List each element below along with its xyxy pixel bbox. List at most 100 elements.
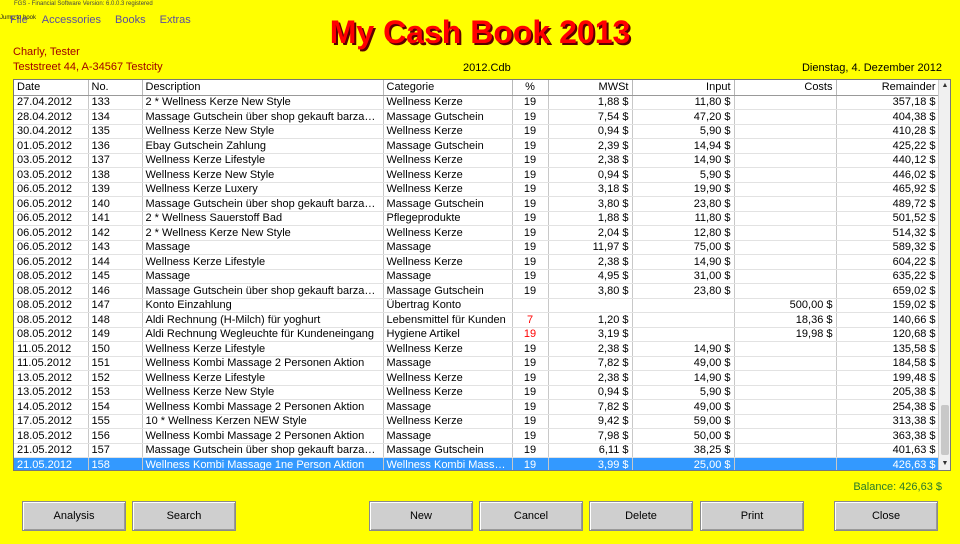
- table-row[interactable]: 13.05.2012 152 Wellness Kerze Lifestyle Wel…: [14, 370, 940, 386]
- table-row[interactable]: 08.05.2012 148 Aldi Rechnung (H-Milch) für…: [14, 312, 940, 328]
- analysis-button[interactable]: Analysis: [22, 501, 126, 531]
- cancel-button[interactable]: Cancel: [479, 501, 583, 531]
- table-header-row: Date No. Description Categorie % MWSt In…: [14, 80, 940, 96]
- table-row[interactable]: 17.05.2012 155 10 * Wellness Kerzen NEW St…: [14, 414, 940, 429]
- table-row[interactable]: 03.05.2012 137 Wellness Kerze Lifestyle Wel…: [14, 153, 940, 168]
- table-row[interactable]: 06.05.2012 139 Wellness Kerze Luxery Wellne…: [14, 182, 940, 197]
- cell-no: 155: [88, 414, 143, 429]
- table-row[interactable]: 06.05.2012 141 2 * Wellness Sauerstoff Bad…: [14, 211, 940, 226]
- cell-percent: 19: [512, 95, 549, 110]
- table-row[interactable]: 08.05.2012 147 Konto Einzahlung Übertrag Ko…: [14, 298, 940, 313]
- cell-percent: 19: [512, 124, 549, 139]
- cell-mwst: 2,38 $: [548, 153, 633, 168]
- scroll-thumb[interactable]: [941, 405, 949, 455]
- column-header-description[interactable]: Description: [142, 80, 384, 96]
- cell-categorie: Massage: [383, 356, 513, 371]
- delete-button[interactable]: Delete: [589, 501, 693, 531]
- cell-remainder: 199,48 $: [836, 370, 940, 386]
- search-button[interactable]: Search: [132, 501, 236, 531]
- cell-date: 27.04.2012: [14, 95, 89, 110]
- column-header-percent[interactable]: %: [512, 80, 549, 96]
- table-row[interactable]: 06.05.2012 144 Wellness Kerze Lifestyle Wel…: [14, 254, 940, 270]
- cell-categorie: Massage: [383, 428, 513, 444]
- cell-input: 75,00 $: [632, 240, 735, 255]
- close-button[interactable]: Close: [834, 501, 938, 531]
- cash-book-table[interactable]: Date No. Description Categorie % MWSt In…: [13, 79, 951, 471]
- table-row[interactable]: 13.05.2012 153 Wellness Kerze New Style Wel…: [14, 385, 940, 400]
- cell-mwst: 4,95 $: [548, 269, 633, 284]
- window-titlebar: FGS - Financial Software Version: 6.0.0.…: [0, 0, 960, 10]
- cell-categorie: Wellness Kerze: [383, 153, 513, 168]
- cell-input: 14,90 $: [632, 341, 735, 357]
- cell-no: 135: [88, 124, 143, 139]
- table-row[interactable]: 08.05.2012 145 Massage Massage 19 4,95 $31,00…: [14, 269, 940, 284]
- cell-input: 14,90 $: [632, 153, 735, 168]
- cell-remainder: 401,63 $: [836, 443, 940, 458]
- cell-costs: [734, 414, 837, 429]
- table-row[interactable]: 08.05.2012 149 Aldi Rechnung Wegleuchte fü…: [14, 327, 940, 342]
- new-button[interactable]: New: [369, 501, 473, 531]
- cell-date: 06.05.2012: [14, 225, 89, 241]
- column-header-input[interactable]: Input: [632, 80, 735, 96]
- cell-remainder: 205,38 $: [836, 385, 940, 400]
- cell-input: 31,00 $: [632, 269, 735, 284]
- table-row[interactable]: 06.05.2012 140 Massage Gutschein über shop…: [14, 196, 940, 212]
- scroll-down-icon[interactable]: ▼: [939, 458, 950, 470]
- cell-description: Massage Gutschein über shop gekauft barz…: [142, 196, 384, 212]
- cell-mwst: 2,38 $: [548, 254, 633, 270]
- column-header-date[interactable]: Date: [14, 80, 89, 96]
- column-header-no[interactable]: No.: [88, 80, 143, 96]
- table-row[interactable]: 30.04.2012 135 Wellness Kerze New Style Wel…: [14, 124, 940, 139]
- cell-date: 11.05.2012: [14, 341, 89, 357]
- table-row[interactable]: 11.05.2012 151 Wellness Kombi Massage 2 Pe…: [14, 356, 940, 371]
- table-row[interactable]: 18.05.2012 156 Wellness Kombi Massage 2 Pe…: [14, 428, 940, 444]
- column-header-categorie[interactable]: Categorie: [383, 80, 513, 96]
- cell-costs: [734, 356, 837, 371]
- column-header-remainder[interactable]: Remainder: [836, 80, 940, 96]
- table-row[interactable]: 01.05.2012 136 Ebay Gutschein Zahlung Massa…: [14, 138, 940, 154]
- table-row[interactable]: 08.05.2012 146 Massage Gutschein über shop…: [14, 283, 940, 299]
- cell-mwst: 2,38 $: [548, 370, 633, 386]
- balance-label: Balance: 426,63 $: [853, 481, 942, 493]
- table-scrollbar[interactable]: ▲ ▼: [938, 80, 950, 470]
- table-row[interactable]: 11.05.2012 150 Wellness Kerze Lifestyle Wel…: [14, 341, 940, 357]
- cell-categorie: Massage Gutschein: [383, 196, 513, 212]
- cell-input: 11,80 $: [632, 95, 735, 110]
- print-button[interactable]: Print: [700, 501, 804, 531]
- cell-no: 157: [88, 443, 143, 458]
- cell-no: 146: [88, 283, 143, 299]
- cell-percent: 19: [512, 196, 549, 212]
- cell-costs: 18,36 $: [734, 312, 837, 328]
- cell-percent: 19: [512, 414, 549, 429]
- cell-costs: 500,00 $: [734, 298, 837, 313]
- cell-description: Wellness Kombi Massage 2 Personen Aktion: [142, 399, 384, 415]
- table-row[interactable]: 03.05.2012 138 Wellness Kerze New Style Wel…: [14, 167, 940, 183]
- cell-date: 14.05.2012: [14, 399, 89, 415]
- table-row[interactable]: 28.04.2012 134 Massage Gutschein über shop…: [14, 109, 940, 125]
- cell-remainder: 404,38 $: [836, 109, 940, 125]
- table-row[interactable]: 27.04.2012 133 2 * Wellness Kerze New Styl…: [14, 95, 940, 110]
- cell-percent: 19: [512, 167, 549, 183]
- cell-remainder: 159,02 $: [836, 298, 940, 313]
- table-row[interactable]: 21.05.2012 158 Wellness Kombi Massage 1ne …: [14, 457, 940, 470]
- cell-categorie: Massage Gutschein: [383, 138, 513, 154]
- table-row[interactable]: 21.05.2012 157 Massage Gutschein über shop…: [14, 443, 940, 458]
- cell-costs: 19,98 $: [734, 327, 837, 342]
- cell-categorie: Massage Gutschein: [383, 109, 513, 125]
- cell-categorie: Massage: [383, 240, 513, 255]
- cell-percent: 19: [512, 370, 549, 386]
- column-header-mwst[interactable]: MWSt: [548, 80, 633, 96]
- cell-remainder: 465,92 $: [836, 182, 940, 197]
- table-row[interactable]: 06.05.2012 142 2 * Wellness Kerze New Styl…: [14, 225, 940, 241]
- owner-name: Charly, Tester: [13, 46, 80, 58]
- scroll-up-icon[interactable]: ▲: [939, 80, 950, 92]
- cell-categorie: Wellness Kerze: [383, 124, 513, 139]
- table-row[interactable]: 14.05.2012 154 Wellness Kombi Massage 2 Pe…: [14, 399, 940, 415]
- cell-percent: [512, 298, 549, 313]
- table-row[interactable]: 06.05.2012 143 Massage Massage 19 11,97 $75,0…: [14, 240, 940, 255]
- column-header-costs[interactable]: Costs: [734, 80, 837, 96]
- cell-costs: [734, 269, 837, 284]
- cell-input: 23,80 $: [632, 196, 735, 212]
- cell-no: 152: [88, 370, 143, 386]
- cell-input: [632, 327, 735, 342]
